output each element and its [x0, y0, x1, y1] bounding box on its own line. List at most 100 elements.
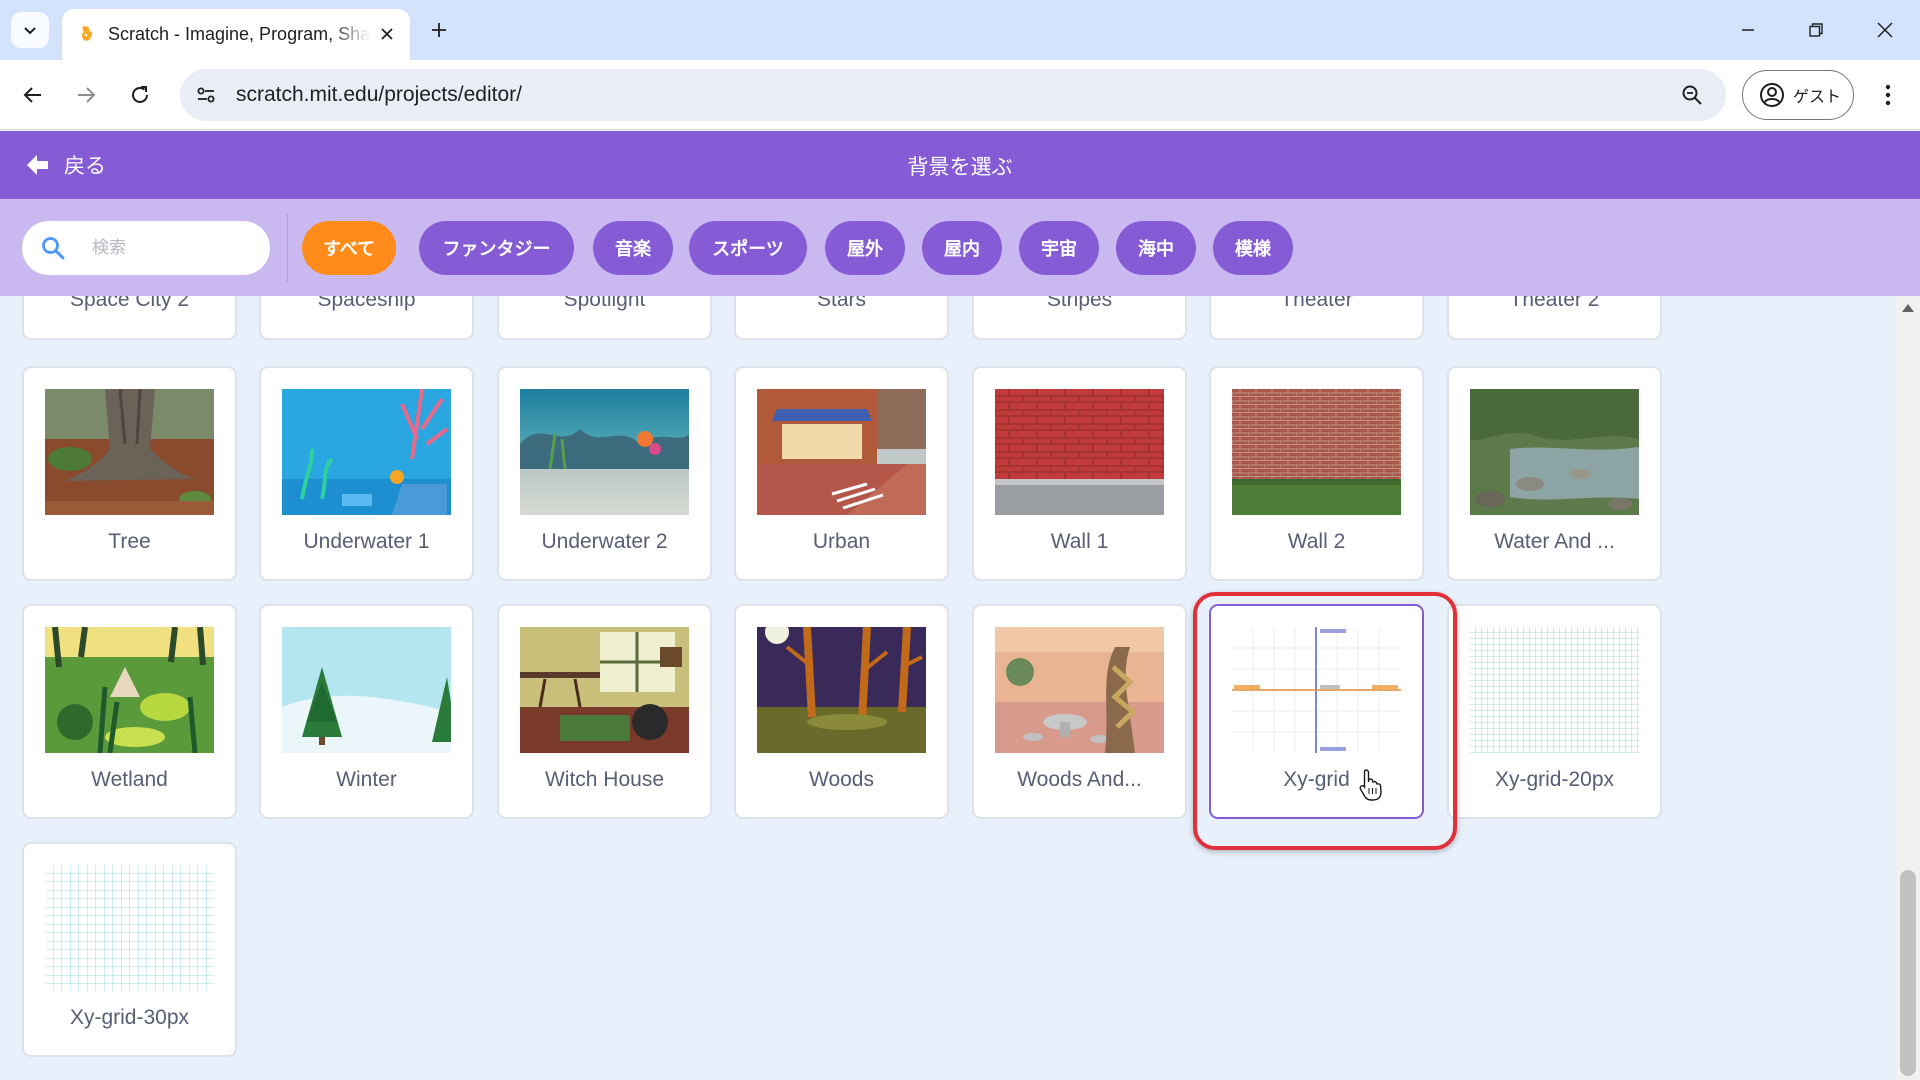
arrow-left-icon — [23, 87, 41, 103]
backdrop-name: Urban — [812, 530, 871, 553]
library-title: 背景を選ぶ — [907, 156, 1013, 179]
zoom-icon[interactable] — [1678, 81, 1706, 109]
reload-icon — [132, 86, 148, 103]
library-header: 戻る 背景を選ぶ — [0, 131, 1920, 199]
plus-icon — [432, 23, 446, 37]
backdrop-thumbnail — [995, 389, 1164, 515]
backdrop-item-underwater-1[interactable]: Underwater 1 — [259, 366, 474, 581]
backdrop-item-spotlight[interactable]: Spotlight — [497, 296, 712, 340]
backdrop-thumbnail — [757, 627, 926, 753]
browser-tab-scratch[interactable]: Scratch - Imagine, Program, Share — [62, 9, 410, 60]
backdrop-item-urban[interactable]: Urban — [734, 366, 949, 581]
backdrop-name: Winter — [336, 768, 397, 791]
filter-bar: すべて ファンタジー 音楽 スポーツ 屋外 屋内 宇宙 海中 模様 — [0, 199, 1920, 296]
backdrop-thumbnail — [520, 389, 689, 515]
backdrop-thumbnail — [282, 627, 451, 753]
tag-outdoors[interactable]: 屋外 — [825, 221, 905, 275]
backdrop-thumbnail — [282, 389, 451, 515]
backdrop-name: Underwater 2 — [541, 530, 668, 553]
backdrop-name: Theater 2 — [1509, 296, 1600, 311]
close-window-button[interactable] — [1861, 10, 1909, 50]
backdrop-thumbnail — [1232, 627, 1401, 753]
backdrop-item-underwater-2[interactable]: Underwater 2 — [497, 366, 712, 581]
browser-toolbar: scratch.mit.edu/projects/editor/ ゲスト — [0, 60, 1920, 130]
backdrop-name: Tree — [108, 530, 151, 553]
backdrop-thumbnail — [1470, 389, 1639, 515]
backdrop-name: Xy-grid-20px — [1494, 768, 1615, 791]
backdrop-item-tree[interactable]: Tree — [22, 366, 237, 581]
scratch-favicon-icon — [81, 26, 93, 41]
minimize-button[interactable] — [1724, 10, 1772, 50]
tag-space[interactable]: 宇宙 — [1019, 221, 1099, 275]
backdrop-item-spaceship[interactable]: Spaceship — [259, 296, 474, 340]
url-text[interactable]: scratch.mit.edu/projects/editor/ — [236, 83, 522, 107]
arrow-right-icon — [78, 87, 96, 103]
scrollbar-thumb[interactable] — [1900, 870, 1916, 1076]
tab-title: Scratch - Imagine, Program, Share — [108, 24, 370, 44]
backdrop-name: Spaceship — [317, 296, 416, 311]
minimize-icon — [1742, 29, 1754, 31]
profile-label: ゲスト — [1793, 89, 1842, 106]
backdrop-thumbnail — [995, 627, 1164, 753]
backdrop-name: Woods — [809, 768, 874, 791]
backdrop-item-xy-grid-20px[interactable]: Xy-grid-20px — [1447, 604, 1662, 819]
profile-button[interactable]: ゲスト — [1742, 70, 1854, 120]
backdrop-name: Woods And... — [1017, 768, 1142, 791]
backdrop-thumbnail — [757, 389, 926, 515]
backdrop-thumbnail — [520, 627, 689, 753]
backdrop-item-woods-and-bench[interactable]: Woods And... — [972, 604, 1187, 819]
site-info-icon[interactable] — [192, 81, 220, 109]
reload-button[interactable] — [121, 76, 159, 114]
backdrop-item-wall-1[interactable]: Wall 1 — [972, 366, 1187, 581]
tag-indoors[interactable]: 屋内 — [922, 221, 1002, 275]
forward-nav-button[interactable] — [67, 76, 105, 114]
tag-all[interactable]: すべて — [302, 221, 396, 275]
backdrop-item-wall-2[interactable]: Wall 2 — [1209, 366, 1424, 581]
browser-menu-button[interactable] — [1870, 76, 1906, 114]
backdrop-item-theater-2[interactable]: Theater 2 — [1447, 296, 1662, 340]
backdrop-name: Wetland — [91, 768, 168, 791]
backdrop-thumbnail — [1470, 627, 1639, 753]
scroll-up-arrow-icon[interactable] — [1902, 304, 1914, 312]
backdrop-grid: Space City 2 Spaceship Spotlight Stars S… — [0, 296, 1896, 1080]
library-search-input[interactable] — [92, 233, 257, 263]
backdrop-item-wetland[interactable]: Wetland — [22, 604, 237, 819]
backdrop-item-stripes[interactable]: Stripes — [972, 296, 1187, 340]
backdrop-item-xy-grid-30px[interactable]: Xy-grid-30px — [22, 842, 237, 1057]
restore-icon — [1809, 23, 1823, 37]
backdrop-name: Stars — [816, 296, 866, 311]
backdrop-item-space-city-2[interactable]: Space City 2 — [22, 296, 237, 340]
backdrop-thumbnail — [45, 627, 214, 753]
tag-fantasy[interactable]: ファンタジー — [419, 221, 574, 275]
backdrop-item-water-and-rocks[interactable]: Water And ... — [1447, 366, 1662, 581]
backdrop-item-witch-house[interactable]: Witch House — [497, 604, 712, 819]
tag-music[interactable]: 音楽 — [593, 221, 673, 275]
backdrop-thumbnail — [1232, 389, 1401, 515]
new-tab-button[interactable] — [423, 14, 455, 46]
backdrop-name: Xy-grid-30px — [69, 1006, 190, 1029]
tag-patterns[interactable]: 模様 — [1213, 221, 1293, 275]
backdrop-name: Underwater 1 — [303, 530, 430, 553]
backdrop-name: Wall 1 — [1050, 530, 1109, 553]
tab-search-button[interactable] — [11, 12, 49, 48]
tag-underwater[interactable]: 海中 — [1116, 221, 1196, 275]
restore-button[interactable] — [1792, 10, 1840, 50]
backdrop-name: Theater — [1280, 296, 1353, 311]
tag-sports[interactable]: スポーツ — [689, 221, 807, 275]
address-bar[interactable]: scratch.mit.edu/projects/editor/ — [180, 69, 1726, 121]
backdrop-item-xy-grid[interactable]: Xy-grid — [1209, 604, 1424, 819]
library-search-box[interactable] — [22, 221, 270, 275]
backdrop-thumbnail — [45, 389, 214, 515]
backdrop-name: Spotlight — [563, 296, 646, 311]
account-circle-icon — [1760, 83, 1784, 107]
tab-close-icon[interactable] — [376, 23, 398, 45]
backdrop-item-woods[interactable]: Woods — [734, 604, 949, 819]
backdrop-item-theater[interactable]: Theater — [1209, 296, 1424, 340]
back-nav-button[interactable] — [14, 76, 52, 114]
backdrop-item-stars[interactable]: Stars — [734, 296, 949, 340]
browser-tab-strip: Scratch - Imagine, Program, Share — [0, 0, 1920, 60]
backdrop-item-winter[interactable]: Winter — [259, 604, 474, 819]
backdrop-name: Wall 2 — [1287, 530, 1346, 553]
grid-scrollbar[interactable] — [1896, 296, 1920, 1080]
backdrop-name: Water And ... — [1494, 530, 1615, 553]
